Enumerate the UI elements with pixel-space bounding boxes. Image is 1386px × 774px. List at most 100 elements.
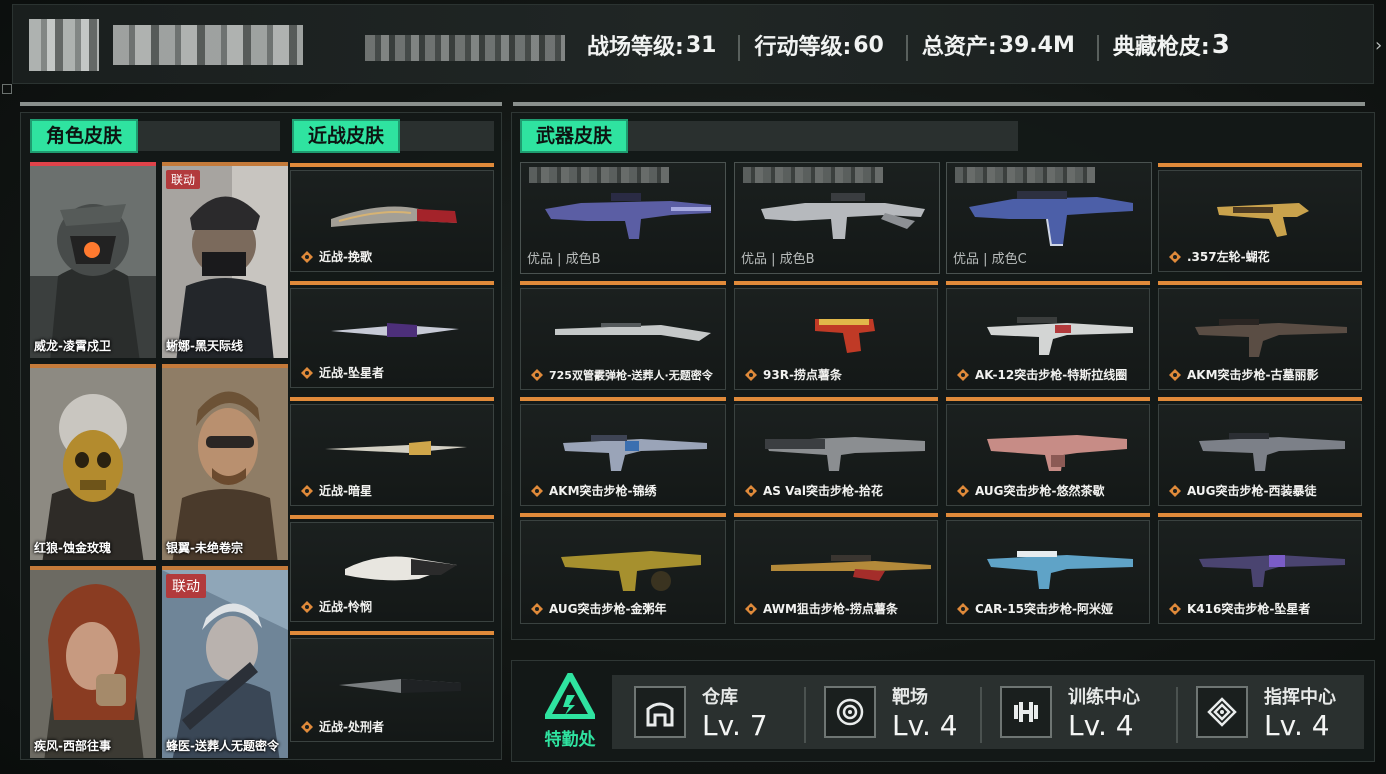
rarity-diamond-icon [745, 602, 757, 615]
stat-value: 39.4M [998, 32, 1075, 58]
character-skin-card[interactable]: 疾风-西部往事 [30, 566, 156, 758]
stat-value: 3 [1211, 30, 1230, 60]
featured-weapon-card[interactable]: 优品 | 成色B [734, 162, 940, 274]
weapon-skin-card[interactable]: AWM狙击步枪-捞点薯条 [734, 513, 938, 624]
weapon-skin-card[interactable]: AKM突击步枪-锦绣 [520, 397, 726, 506]
weapon-image [555, 323, 711, 341]
weapon-image [561, 551, 701, 591]
melee-skin-card[interactable]: 近战-处刑者 [290, 631, 494, 742]
melee-skin-name: 近战-坠星者 [319, 366, 384, 380]
item-label: 近战-怜悯 [301, 598, 372, 615]
facility-warehouse[interactable]: 仓库 Lv. 7 [612, 683, 802, 742]
knife-image [339, 679, 461, 693]
melee-skin-name: 近战-暗星 [319, 484, 372, 498]
rarity-diamond-icon [531, 602, 543, 615]
melee-skin-card[interactable]: 近战-坠星者 [290, 281, 494, 388]
rarity-diamond-icon [301, 366, 313, 379]
weapon-skin-card[interactable]: .357左轮-蝴花 [1158, 163, 1362, 272]
character-skin-name: 威龙-凌霄戍卫 [34, 339, 111, 353]
weapon-skin-card[interactable]: AS Val突击步枪-拾花 [734, 397, 938, 506]
player-identity [29, 17, 347, 73]
weapon-image [1199, 433, 1345, 471]
facility-command-center[interactable]: 指挥中心 Lv. 4 [1174, 683, 1354, 743]
weapon-grade: 优品 | 成色B [527, 252, 601, 267]
character-skin-card[interactable]: 威龙-凌霄戍卫 [30, 162, 156, 358]
weapon-image [563, 435, 707, 471]
chevron-right-icon[interactable]: › [1375, 35, 1382, 56]
character-portrait [162, 166, 288, 358]
weapon-skin-card[interactable]: 725双管霰弹枪-送葬人·无题密令 [520, 281, 726, 390]
rarity-diamond-icon [745, 484, 757, 497]
featured-weapon-card[interactable]: 优品 | 成色C [946, 162, 1152, 274]
rarity-diamond-icon [957, 602, 969, 615]
stat-label: 总资产: [921, 35, 997, 60]
divider [513, 102, 1365, 106]
item-label: AS Val突击步枪-拾花 [745, 482, 883, 499]
character-skin-card[interactable]: 银翼-未绝卷宗 [162, 364, 288, 560]
section-title: 武器皮肤 [520, 119, 629, 153]
avatar [29, 19, 99, 71]
character-skin-card[interactable]: 联动 蜥娜-黑天际线 [162, 162, 288, 358]
melee-skin-card[interactable]: 近战-挽歌 [290, 163, 494, 272]
facility-range[interactable]: 靶场 Lv. 4 [802, 683, 978, 743]
special-ops-button[interactable]: 特勤处 [530, 668, 610, 753]
weapon-image [1195, 319, 1347, 357]
stat-collection-skins: 典藏枪皮: 3 [1096, 29, 1254, 61]
character-skin-card[interactable]: 联动 蜂医-送葬人无题密令 [162, 566, 288, 758]
facility-training-center[interactable]: 训练中心 Lv. 4 [978, 683, 1174, 743]
rarity-diamond-icon [1169, 484, 1181, 497]
character-skin-card[interactable]: 红狼-蚀金玫瑰 [30, 364, 156, 560]
weapon-skin-name: 725双管霰弹枪-送葬人·无题密令 [549, 369, 713, 382]
command-emblem-icon [1196, 686, 1248, 738]
character-skin-name: 银翼-未绝卷宗 [166, 541, 243, 555]
item-label: 近战-挽歌 [301, 248, 372, 265]
knife-image [325, 441, 467, 455]
rarity-diamond-icon [957, 484, 969, 497]
weapon-skin-name: AK-12突击步枪-特斯拉线圈 [975, 368, 1128, 382]
weapon-skin-name: AWM狙击步枪-捞点薯条 [763, 602, 898, 616]
weapon-image [987, 551, 1133, 589]
section-bar [628, 121, 1018, 151]
rarity-diamond-icon [531, 369, 543, 381]
melee-skin-card[interactable]: 近战-怜悯 [290, 515, 494, 622]
item-label: AUG突击步枪-悠然茶歇 [957, 482, 1105, 499]
weapon-image [987, 435, 1127, 471]
featured-weapon-card[interactable]: 优品 | 成色B [520, 162, 726, 274]
facility-level: Lv. 7 [702, 708, 768, 742]
rarity-diamond-icon [531, 484, 543, 497]
weapon-skins-header: 武器皮肤 [520, 119, 1018, 153]
item-label: 725双管霰弹枪-送葬人·无题密令 [531, 367, 713, 383]
special-ops-label: 特勤处 [544, 730, 596, 750]
item-label: AKM突击步枪-锦绣 [531, 482, 657, 499]
weapon-skin-card[interactable]: AKM突击步枪-古墓丽影 [1158, 281, 1362, 390]
character-portrait [30, 570, 156, 758]
stat-value: 60 [853, 32, 884, 58]
special-ops-footer: 特勤处 仓库 Lv. 7 靶场 Lv. 4 训练中心 Lv. 4 指挥中心 Lv… [511, 660, 1375, 762]
knife-image [331, 206, 457, 227]
weapon-skin-card[interactable]: AUG突击步枪-西装暴徒 [1158, 397, 1362, 506]
weapon-skin-card[interactable]: 93R-捞点薯条 [734, 281, 938, 390]
weapon-skin-card[interactable]: CAR-15突击步枪-阿米娅 [946, 513, 1150, 624]
stat-label: 行动等级: [754, 35, 852, 60]
weapon-skin-card[interactable]: K416突击步枪-坠星者 [1158, 513, 1362, 624]
facility-name: 训练中心 [1068, 686, 1140, 708]
rarity-diamond-icon [1169, 250, 1181, 263]
item-label: AKM突击步枪-古墓丽影 [1169, 366, 1319, 383]
facility-level: Lv. 4 [892, 708, 958, 742]
weapon-skin-name: AUG突击步枪-西装暴徒 [1187, 484, 1317, 498]
profile-header: 战场等级: 31 行动等级: 60 总资产: 39.4M 典藏枪皮: 3 › [12, 4, 1382, 84]
weapon-image [815, 319, 875, 353]
weapon-skin-card[interactable]: AUG突击步枪-悠然茶歇 [946, 397, 1150, 506]
corner-marker [2, 84, 12, 94]
weapon-skin-card[interactable]: AK-12突击步枪-特斯拉线圈 [946, 281, 1150, 390]
section-title: 近战皮肤 [292, 119, 401, 153]
player-id-redacted [365, 35, 565, 61]
weapon-skin-card[interactable]: AUG突击步枪-金粥年 [520, 513, 726, 624]
player-stats: 战场等级: 31 行动等级: 60 总资产: 39.4M 典藏枪皮: 3 [573, 21, 1254, 69]
weapon-skin-name: AKM突击步枪-锦绣 [549, 484, 657, 498]
rarity-diamond-icon [957, 368, 969, 381]
weapon-skin-name: AUG突击步枪-悠然茶歇 [975, 484, 1105, 498]
facility-level: Lv. 4 [1264, 708, 1330, 742]
melee-skin-card[interactable]: 近战-暗星 [290, 397, 494, 506]
rarity-diamond-icon [301, 484, 313, 497]
